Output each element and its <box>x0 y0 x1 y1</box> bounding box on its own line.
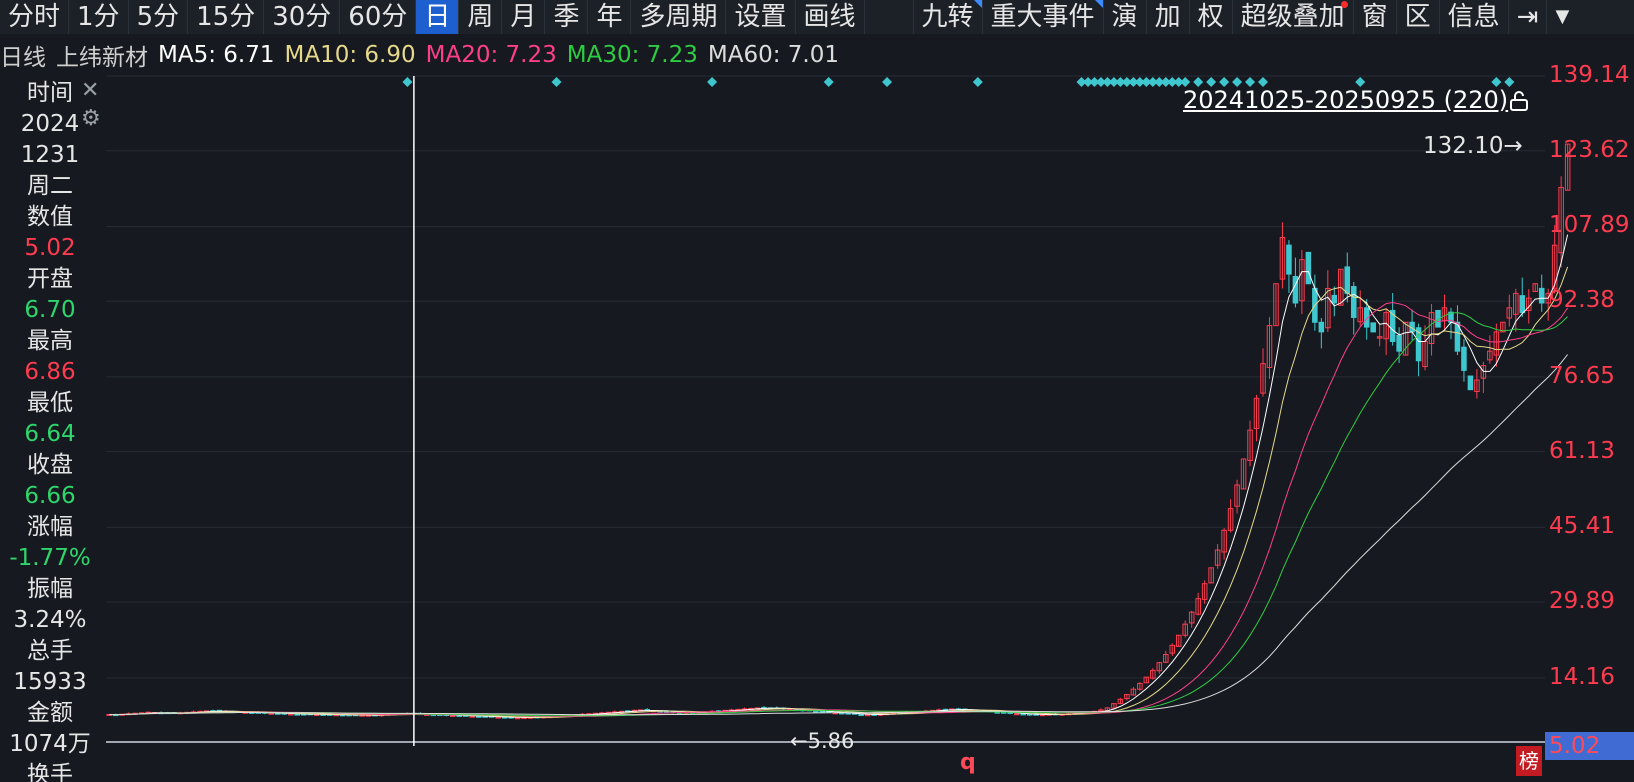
low-label: 最低 <box>27 390 73 416</box>
event-marker <box>823 77 834 87</box>
amplitude-label: 振幅 <box>27 576 73 602</box>
ranking-badge[interactable]: 榜 <box>1516 746 1542 776</box>
ma5-line <box>109 234 1569 718</box>
price-tick-label: 29.89 <box>1549 588 1615 615</box>
close-value: 6.66 <box>24 483 76 509</box>
amount-label: 金额 <box>27 700 73 726</box>
date-range-label[interactable]: 20241025-20250925 (220) <box>1183 86 1508 114</box>
min-price-label: ←5.86 <box>790 729 855 753</box>
ma30-line <box>109 312 1568 717</box>
open-label: 开盘 <box>27 266 73 292</box>
min-price-value: 5.86 <box>807 729 855 753</box>
high-label: 最高 <box>27 328 73 354</box>
amplitude-value: 3.24% <box>13 607 87 633</box>
event-marker <box>707 77 718 87</box>
candle-body <box>1020 713 1026 716</box>
candle-body <box>1370 322 1376 333</box>
candle-body <box>1461 346 1467 371</box>
date-monthday: 1231 <box>20 142 80 168</box>
price-tick-label: 45.41 <box>1549 513 1615 540</box>
event-marker <box>551 77 562 87</box>
change-label: 涨幅 <box>27 514 73 540</box>
value-label: 数值 <box>27 204 73 230</box>
candle-body <box>450 714 456 717</box>
candle-body <box>864 714 871 717</box>
unlock-icon[interactable] <box>1510 91 1528 111</box>
candle-body <box>469 715 475 718</box>
candle-body <box>268 712 275 715</box>
candle-body <box>514 717 521 720</box>
close-icon[interactable]: ✕ <box>81 78 99 103</box>
kline-chart[interactable] <box>0 0 1634 782</box>
price-tick-label: 139.14 <box>1549 62 1630 88</box>
candle-body <box>1538 287 1545 304</box>
amount-value: 1074万 <box>9 731 91 757</box>
price-tick-label: 14.16 <box>1549 663 1615 690</box>
candle-body <box>294 713 300 716</box>
candle-body <box>1396 334 1402 352</box>
crosshair-info-panel: 时间 2024 1231 周二 数值 5.02 开盘 6.70 最高 6.86 … <box>0 78 100 782</box>
candle-body <box>1331 294 1338 304</box>
high-value: 6.86 <box>24 359 76 385</box>
candle-body <box>495 716 501 719</box>
change-value: -1.77% <box>9 545 91 571</box>
current-value-tag: 5.02 <box>1545 732 1634 760</box>
candle-body <box>1467 375 1474 391</box>
turnover-label: 换手 <box>27 762 73 782</box>
price-tick-label: 107.89 <box>1549 212 1630 239</box>
ma10-line <box>109 266 1569 718</box>
price-tick-label: 123.62 <box>1549 136 1630 163</box>
candle-body <box>1344 266 1351 294</box>
candle-body <box>1013 713 1020 716</box>
candle-body <box>819 710 826 713</box>
close-label: 收盘 <box>27 452 73 478</box>
price-tick-label: 61.13 <box>1549 437 1615 464</box>
weekday: 周二 <box>27 173 73 199</box>
max-price-value: 132.10 <box>1423 133 1504 159</box>
volume-label: 总手 <box>27 638 73 664</box>
gear-icon[interactable]: ⚙ <box>81 106 101 131</box>
price-axis: 139.14 123.62 107.89 92.38 76.65 61.13 45.41 29… <box>1545 0 1634 782</box>
value: 5.02 <box>24 235 76 261</box>
candle-body <box>1305 251 1312 285</box>
candle-body <box>812 710 819 713</box>
candle-body <box>1286 244 1292 275</box>
candle-body <box>858 714 864 717</box>
event-marker <box>402 77 413 87</box>
candle-body <box>287 713 294 716</box>
price-tick-label: 92.38 <box>1549 287 1615 314</box>
candle-body <box>1350 286 1357 318</box>
ma20-line <box>109 301 1569 717</box>
ma60-line <box>109 354 1568 716</box>
candle-body <box>1318 321 1325 333</box>
candle-body <box>1519 295 1526 314</box>
event-marker <box>972 77 983 87</box>
price-tick-label: 76.65 <box>1549 362 1615 389</box>
q-marker[interactable]: q <box>960 750 976 775</box>
volume-value: 15933 <box>13 669 87 695</box>
event-marker <box>882 77 893 87</box>
open-value: 6.70 <box>24 297 76 323</box>
max-price-label: 132.10→ <box>1423 133 1523 159</box>
low-value: 6.64 <box>24 421 76 447</box>
